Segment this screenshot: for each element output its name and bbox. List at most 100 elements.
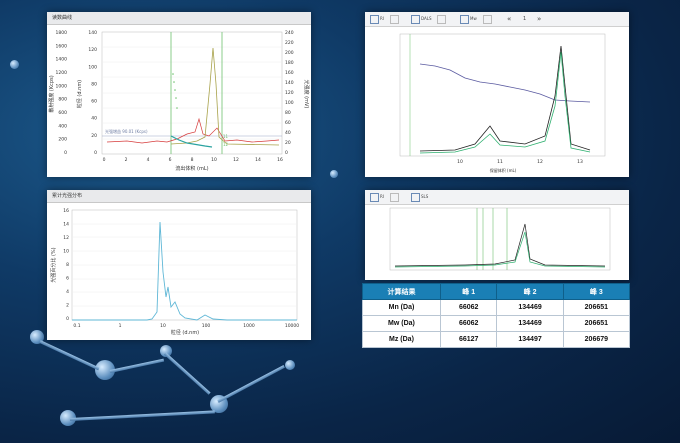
mid-axis-label: 粒径 (d.nm) — [76, 80, 83, 108]
tick-label: 8 — [66, 262, 69, 268]
table-cell: 134469 — [496, 299, 564, 316]
chromatogram-panel: 读数曲线 1800 1600 1400 1200 1000 800 600 400 200 0 1… — [47, 12, 311, 177]
tick-label: 400 — [58, 123, 67, 129]
table-cell: 206651 — [562, 315, 631, 332]
small-chart-toolbar: RI SLS — [365, 190, 629, 205]
tick-label: 16 — [277, 157, 283, 163]
tick-label: 160 — [285, 70, 294, 76]
distribution-chart: 16 14 12 10 8 6 4 2 0 0.1 1 10 100 1000 10000 光强百分比 (… — [50, 208, 299, 336]
tick-label: 6 — [169, 157, 172, 163]
results-table: 计算结果 峰 1 峰 2 峰 3 Mn (Da) 66062 134469 20… — [362, 283, 631, 348]
toolbar-mw-label: Mw — [470, 16, 477, 21]
tick-label: 0.1 — [73, 323, 80, 329]
tick-label: 2 — [66, 303, 69, 309]
tick-label: 12 — [537, 159, 543, 165]
table-cell: Mn (Da) — [362, 299, 441, 316]
next-button[interactable]: » — [537, 14, 541, 24]
header-cell: 峰 1 — [439, 283, 498, 300]
tick-label: 13 — [577, 159, 583, 165]
tick-label: 4 — [66, 289, 69, 295]
tick-label: 1400 — [56, 57, 68, 63]
tick-label: 10 — [211, 157, 217, 163]
toolbar-ri-label: RI — [380, 194, 384, 199]
molecule-icon — [460, 14, 469, 24]
tick-label: 140 — [88, 30, 97, 36]
table-cell: 66127 — [439, 331, 498, 348]
x-axis-label: 粒径 (d.nm) — [171, 329, 199, 336]
tick-label: 220 — [285, 40, 294, 46]
toolbar-disabled-1[interactable] — [390, 14, 400, 24]
dals-icon — [411, 14, 420, 24]
tick-label: 80 — [91, 81, 97, 87]
tick-label: 20 — [91, 133, 97, 139]
tick-label: 40 — [91, 116, 97, 122]
toolbar-ri-label: RI — [380, 16, 384, 21]
table-cell: 66062 — [439, 315, 498, 332]
tick-label: 10 — [457, 159, 463, 165]
chart-icon — [437, 14, 446, 24]
toolbar-disabled[interactable] — [390, 192, 400, 202]
distribution-panel: 累计光强分布 16 14 12 10 8 6 4 2 0 0.1 1 10 100 1000 10000 … — [47, 190, 311, 340]
toolbar-dals[interactable]: DALS — [411, 14, 432, 24]
toolbar-sls-label: SLS — [421, 194, 429, 199]
tick-label: 600 — [58, 110, 67, 116]
table-row: Mw (Da) 66062 134469 206651 — [362, 315, 631, 332]
tick-label: 0 — [103, 157, 106, 163]
y-axis-label: 光强百分比 (%) — [50, 247, 57, 282]
table-cell: 206679 — [562, 331, 631, 348]
tick-label: 10 — [160, 323, 166, 329]
toolbar-mw[interactable]: Mw — [460, 14, 477, 24]
tick-label: 0 — [66, 316, 69, 322]
small-chart-panel: RI SLS — [365, 190, 629, 280]
tick-label: 12 — [233, 157, 239, 163]
ri-icon — [370, 14, 379, 24]
tick-label: 1600 — [56, 43, 68, 49]
toolbar-disabled-3[interactable] — [483, 14, 493, 24]
table-row: Mz (Da) 66127 134497 206679 — [362, 331, 631, 348]
multi-detector-panel: RI DALS Mw « 1 » 10 11 12 13 保留体积 (mL) — [365, 12, 629, 177]
table-header-row: 计算结果 峰 1 峰 2 峰 3 — [362, 283, 631, 300]
header-cell: 峰 2 — [496, 283, 564, 300]
toolbar-disabled-2[interactable] — [437, 14, 447, 24]
tick-label: 4 — [147, 157, 150, 163]
tick-label: 0 — [285, 150, 288, 156]
prev-button[interactable]: « — [507, 14, 511, 24]
table-cell: 66062 — [439, 299, 498, 316]
sls-icon — [411, 192, 420, 202]
tick-label: 6 — [66, 276, 69, 282]
tick-label: 1800 — [56, 30, 68, 36]
ri-icon — [370, 192, 379, 202]
tick-label: 40 — [285, 130, 291, 136]
tick-label: 800 — [58, 97, 67, 103]
toolbar-dals-label: DALS — [421, 16, 432, 21]
tick-label: 200 — [58, 137, 67, 143]
tick-label: 0 — [94, 150, 97, 156]
table-cell: 134497 — [496, 331, 564, 348]
left-axis-label: 散射强度 (Kcps) — [48, 75, 55, 112]
x-axis-label: 保留体积 (mL) — [490, 167, 517, 173]
tick-label: 180 — [285, 60, 294, 66]
chart-icon — [390, 192, 399, 202]
tick-label: 240 — [285, 30, 294, 36]
tick-label: 60 — [91, 99, 97, 105]
toolbar-sls[interactable]: SLS — [411, 192, 428, 202]
tick-label: 120 — [285, 90, 294, 96]
multi-detector-chart: 10 11 12 13 保留体积 (mL) — [399, 33, 606, 173]
tick-label: 2 — [125, 157, 128, 163]
tick-label: 1000 — [243, 323, 255, 329]
x-axis-label: 流出体积 (mL) — [175, 165, 208, 172]
tick-label: 1200 — [56, 70, 68, 76]
tick-label: 100 — [285, 100, 294, 106]
marker-2: 12 — [223, 142, 229, 147]
table-cell: 134469 — [496, 315, 564, 332]
tick-label: 16 — [63, 208, 69, 214]
tick-label: 120 — [88, 47, 97, 53]
tick-label: 8 — [191, 157, 194, 163]
toolbar-ri[interactable]: RI — [370, 14, 384, 24]
tick-label: 20 — [285, 140, 291, 146]
toolbar-ri[interactable]: RI — [370, 192, 384, 202]
right-axis-label: 光强度 (mV) — [303, 80, 310, 109]
tick-label: 60 — [285, 120, 291, 126]
tick-label: 140 — [285, 80, 294, 86]
tick-label: 11 — [497, 159, 503, 165]
